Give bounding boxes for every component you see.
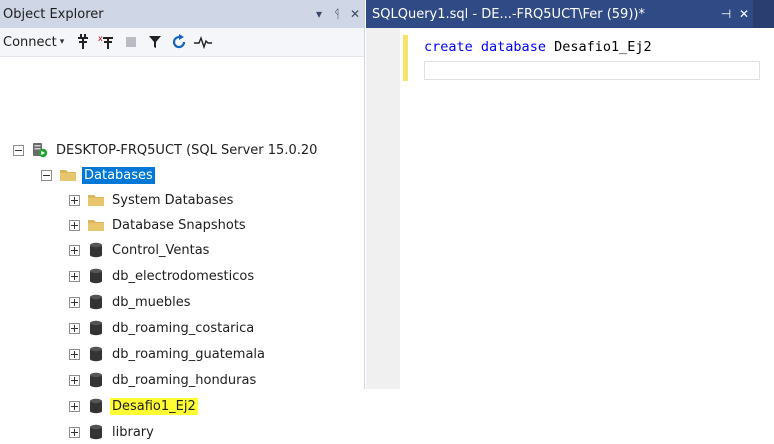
tree-node-label: db_muebles	[112, 294, 191, 310]
change-tracking-bar	[403, 35, 408, 81]
database-icon	[87, 268, 105, 284]
tree-node-database[interactable]: Control_Ventas	[69, 238, 211, 262]
object-explorer-panel: Object Explorer ▾ ᛩ ✕ Connect ▾ x DESKTO…	[0, 0, 365, 440]
tree-node-database-snapshots[interactable]: Database Snapshots	[69, 213, 248, 237]
folder-icon	[87, 218, 105, 232]
editor-gutter	[366, 28, 400, 389]
tree-node-system-databases[interactable]: System Databases	[69, 188, 235, 212]
disconnect-icon[interactable]: x	[96, 32, 118, 52]
tree-node-label: Control_Ventas	[112, 242, 210, 258]
connect-label: Connect	[3, 34, 57, 50]
sql-keyword: database	[480, 39, 546, 55]
tree-node-database[interactable]: db_electrodomesticos	[69, 264, 256, 288]
tree-node-label: DESKTOP-FRQ5UCT (SQL Server 15.0.20	[56, 142, 318, 158]
code-editor[interactable]: create database Desafio1_Ej2	[366, 28, 774, 389]
folder-icon	[59, 168, 77, 182]
tab-query[interactable]: SQLQuery1.sql - DE...-FRQ5UCT\Fer (59))*…	[366, 0, 753, 28]
expand-icon[interactable]	[69, 219, 80, 231]
object-explorer-header: Object Explorer ▾ ᛩ ✕	[0, 0, 364, 28]
expand-icon[interactable]	[69, 270, 80, 282]
tree-node-database[interactable]: db_roaming_guatemala	[69, 342, 267, 366]
tree-node-database[interactable]: db_roaming_honduras	[69, 368, 258, 392]
object-explorer-title: Object Explorer	[3, 6, 104, 22]
stop-icon[interactable]	[120, 32, 142, 52]
server-icon	[31, 142, 49, 158]
expand-icon[interactable]	[69, 296, 80, 308]
sql-identifier: Desafio1_Ej2	[554, 39, 652, 55]
tree-node-label: db_roaming_costarica	[112, 320, 255, 336]
tree-node-label: db_roaming_honduras	[112, 372, 257, 388]
tree-node-label: Databases	[82, 166, 155, 184]
tree-node-server[interactable]: DESKTOP-FRQ5UCT (SQL Server 15.0.20	[13, 138, 319, 162]
database-icon	[87, 320, 105, 336]
tab-bar-filler	[753, 0, 774, 28]
query-editor-panel: SQLQuery1.sql - DE...-FRQ5UCT\Fer (59))*…	[366, 0, 774, 389]
tree-node-label: db_roaming_guatemala	[112, 346, 266, 362]
svg-text:x: x	[98, 34, 103, 43]
tree-node-database[interactable]: db_muebles	[69, 290, 193, 314]
tree-node-label: Desafio1_Ej2	[110, 397, 198, 415]
tree-node-label: library	[112, 424, 154, 440]
database-icon	[87, 398, 105, 414]
database-icon	[87, 242, 105, 258]
tree-node-label: db_electrodomesticos	[112, 268, 255, 284]
tree-node-label: System Databases	[112, 192, 234, 208]
object-explorer-toolbar: Connect ▾ x	[0, 28, 364, 57]
tab-title: SQLQuery1.sql - DE...-FRQ5UCT\Fer (59))*	[372, 6, 645, 22]
close-icon[interactable]: ✕	[346, 7, 364, 21]
activity-monitor-icon[interactable]	[192, 32, 214, 52]
tree-node-label: Database Snapshots	[112, 217, 246, 233]
expand-icon[interactable]	[69, 194, 80, 206]
tree-node-databases[interactable]: Databases	[41, 163, 155, 187]
tree-node-database[interactable]: db_roaming_costarica	[69, 316, 256, 340]
connect-object-icon[interactable]	[72, 32, 94, 52]
sql-keyword: create	[424, 39, 473, 55]
database-icon	[87, 294, 105, 310]
chevron-down-icon[interactable]: ▾	[60, 37, 65, 47]
editor-tab-bar: SQLQuery1.sql - DE...-FRQ5UCT\Fer (59))*…	[366, 0, 774, 28]
filter-icon[interactable]	[144, 32, 166, 52]
close-icon[interactable]: ✕	[735, 7, 753, 21]
pin-icon[interactable]: ⊣	[717, 7, 735, 21]
database-icon	[87, 424, 105, 440]
code-line-1[interactable]: create database Desafio1_Ej2	[424, 39, 652, 55]
collapse-icon[interactable]	[41, 169, 52, 181]
pin-icon[interactable]: ᛩ	[328, 7, 346, 21]
expand-icon[interactable]	[69, 400, 80, 412]
collapse-icon[interactable]	[13, 144, 24, 156]
expand-icon[interactable]	[69, 244, 80, 256]
refresh-icon[interactable]	[168, 32, 190, 52]
database-icon	[87, 346, 105, 362]
expand-icon[interactable]	[69, 348, 80, 360]
database-icon	[87, 372, 105, 388]
folder-icon	[87, 193, 105, 207]
expand-icon[interactable]	[69, 426, 80, 438]
expand-icon[interactable]	[69, 322, 80, 334]
expand-icon[interactable]	[69, 374, 80, 386]
window-position-icon[interactable]: ▾	[310, 7, 328, 21]
tree-node-database[interactable]: library	[69, 420, 156, 444]
connect-button[interactable]: Connect ▾	[3, 35, 64, 50]
tree-node-database[interactable]: Desafio1_Ej2	[69, 394, 198, 418]
current-line-highlight	[424, 61, 760, 80]
